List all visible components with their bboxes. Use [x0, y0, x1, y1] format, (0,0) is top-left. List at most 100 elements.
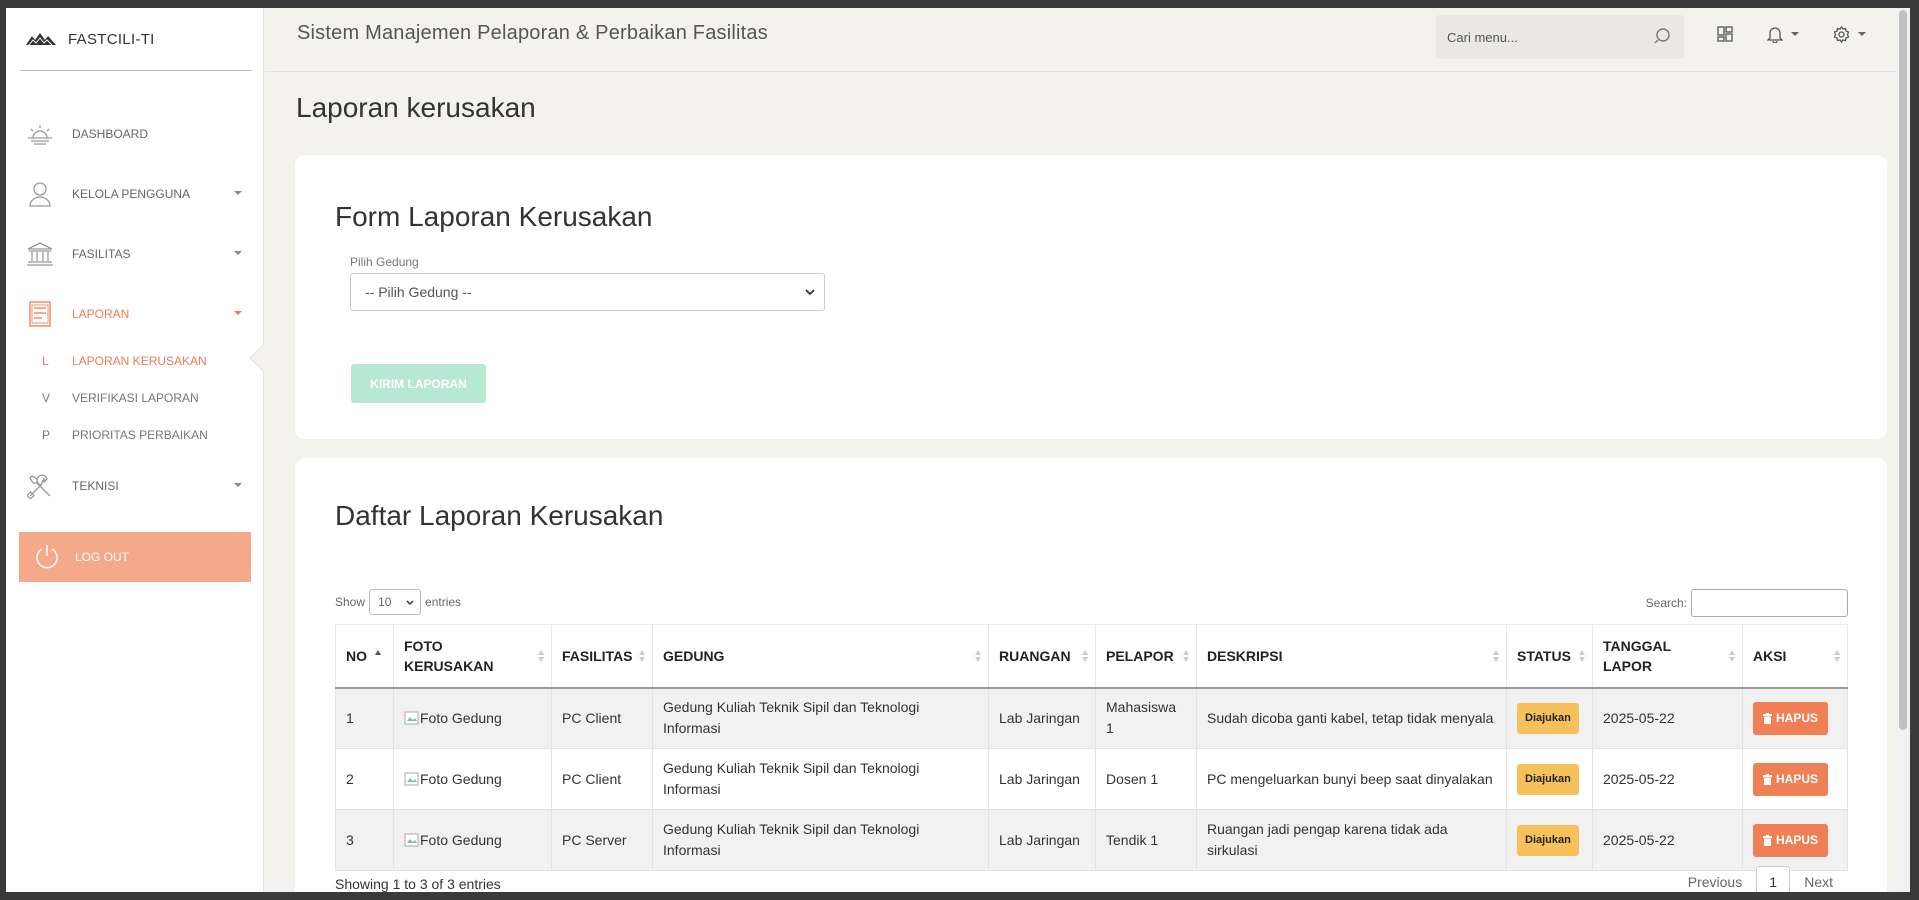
sort-asc-icon: [375, 650, 381, 655]
column-header-pelapor[interactable]: PELAPOR: [1095, 624, 1197, 689]
settings-button[interactable]: [1833, 22, 1866, 46]
cell-ruangan: Lab Jaringan: [988, 809, 1096, 871]
sort-icon: [538, 650, 544, 662]
page-scrollbar[interactable]: [1896, 8, 1910, 892]
divider: [20, 70, 252, 71]
sidebar-item-label: KELOLA PENGGUNA: [72, 187, 191, 201]
sidebar-subitem-prioritas-perbaikan[interactable]: P PRIORITAS PERBAIKAN: [42, 425, 208, 445]
sidebar-item-label: DASHBOARD: [72, 127, 149, 141]
show-label: Show: [335, 595, 366, 609]
status-badge: Diajukan: [1517, 702, 1579, 734]
entries-length-select[interactable]: 10: [369, 589, 422, 615]
column-header-no[interactable]: NO: [335, 624, 394, 689]
top-header: Sistem Manajemen Pelaporan & Perbaikan F…: [265, 8, 1910, 72]
cell-pelapor: Tendik 1: [1095, 809, 1197, 871]
header-title: Sistem Manajemen Pelaporan & Perbaikan F…: [297, 22, 768, 44]
column-label: TANGGAL LAPOR: [1603, 637, 1671, 674]
sub-label: VERIFIKASI LAPORAN: [72, 391, 199, 405]
building-icon: [26, 240, 54, 268]
table-info: Showing 1 to 3 of 3 entries: [335, 876, 501, 892]
hapus-button[interactable]: HAPUS: [1753, 823, 1829, 857]
power-icon: [33, 543, 61, 571]
sort-icon: [1493, 650, 1499, 662]
column-header-gedung[interactable]: GEDUNG: [652, 624, 989, 689]
chevron-down-icon: [234, 311, 242, 315]
cell-ruangan: Lab Jaringan: [988, 748, 1096, 810]
cell-aksi: HAPUS: [1742, 809, 1848, 871]
sidebar-item-dashboard[interactable]: DASHBOARD: [26, 119, 252, 149]
cell-foto: Foto Gedung: [393, 687, 552, 749]
sort-icon: [1082, 650, 1088, 662]
sub-label: PRIORITAS PERBAIKAN: [72, 428, 208, 442]
bell-icon: [1767, 26, 1783, 43]
broken-image: Foto Gedung: [404, 708, 541, 729]
sidebar-item-fasilitas[interactable]: FASILITAS: [26, 239, 252, 269]
table-row: 3 Foto Gedung PC Server Gedung Kuliah Te…: [335, 809, 1848, 871]
grid-icon: [1717, 26, 1733, 42]
cell-aksi: HAPUS: [1742, 748, 1848, 810]
column-header-fasilitas[interactable]: FASILITAS: [551, 624, 653, 689]
cell-pelapor: Dosen 1: [1095, 748, 1197, 810]
hapus-label: HAPUS: [1776, 710, 1819, 725]
sidebar: FASTCILI-TI DASHBOARD KELOLA PENGGUNA FA…: [6, 8, 264, 892]
kirim-laporan-button[interactable]: KIRIM LAPORAN: [351, 364, 486, 403]
active-notch: [249, 344, 264, 372]
sort-icon: [639, 650, 645, 662]
notifications-button[interactable]: [1767, 22, 1799, 46]
column-header-deskripsi[interactable]: DESKRIPSI: [1196, 624, 1507, 689]
column-label: FASILITAS: [562, 647, 633, 664]
column-header-tanggal-lapor[interactable]: TANGGAL LAPOR: [1592, 624, 1743, 689]
chevron-down-icon: [1858, 32, 1866, 36]
sidebar-item-laporan[interactable]: LAPORAN: [26, 299, 252, 329]
broken-image: Foto Gedung: [404, 830, 541, 851]
trash-icon: [1763, 773, 1772, 785]
sub-letter: V: [42, 391, 51, 405]
sidebar-item-kelola-pengguna[interactable]: KELOLA PENGGUNA: [26, 179, 252, 209]
sidebar-subitem-verifikasi-laporan[interactable]: V VERIFIKASI LAPORAN: [42, 388, 199, 408]
cell-gedung: Gedung Kuliah Teknik Sipil dan Teknologi…: [652, 748, 989, 810]
column-header-aksi[interactable]: AKSI: [1742, 624, 1848, 689]
logout-button[interactable]: LOG OUT: [19, 532, 251, 582]
hapus-label: HAPUS: [1776, 771, 1819, 786]
pagination-page-1[interactable]: 1: [1756, 866, 1791, 892]
cell-status: Diajukan: [1506, 748, 1593, 810]
table-search-input[interactable]: [1691, 589, 1848, 617]
cell-deskripsi: Sudah dicoba ganti kabel, tetap tidak me…: [1196, 687, 1507, 749]
cell-aksi: HAPUS: [1742, 687, 1848, 749]
table-header-row: NO FOTO KERUSAKAN FASILITAS GEDUNG RUANG…: [335, 624, 1848, 689]
gedung-selected-value: -- Pilih Gedung --: [365, 284, 472, 300]
apps-grid-button[interactable]: [1717, 22, 1733, 46]
brand[interactable]: FASTCILI-TI: [26, 28, 155, 50]
sidebar-item-label: LAPORAN: [72, 307, 130, 321]
foto-alt: Foto Gedung: [420, 709, 502, 726]
sidebar-item-teknisi[interactable]: TEKNISI: [26, 471, 252, 501]
cell-foto: Foto Gedung: [393, 748, 552, 810]
gedung-select[interactable]: -- Pilih Gedung --: [350, 273, 825, 311]
hapus-button[interactable]: HAPUS: [1753, 701, 1829, 735]
hapus-label: HAPUS: [1776, 832, 1819, 847]
sort-icon: [1183, 650, 1189, 662]
column-header-foto-kerusakan[interactable]: FOTO KERUSAKAN: [393, 624, 552, 689]
status-badge: Diajukan: [1517, 824, 1579, 856]
user-icon: [26, 180, 54, 208]
column-label: AKSI: [1753, 647, 1787, 664]
column-label: GEDUNG: [663, 647, 725, 664]
entries-length-control: Show 10 entries: [335, 589, 461, 615]
menu-search-input[interactable]: Cari menu...: [1436, 15, 1684, 59]
column-header-ruangan[interactable]: RUANGAN: [988, 624, 1096, 689]
hapus-button[interactable]: HAPUS: [1753, 762, 1829, 796]
pagination-previous[interactable]: Previous: [1674, 866, 1756, 892]
column-header-status[interactable]: STATUS: [1506, 624, 1593, 689]
gedung-label: Pilih Gedung: [350, 255, 419, 269]
list-title: Daftar Laporan Kerusakan: [335, 500, 664, 531]
column-label: DESKRIPSI: [1207, 647, 1283, 664]
scrollbar-thumb[interactable]: [1899, 10, 1907, 730]
sidebar-subitem-laporan-kerusakan[interactable]: L LAPORAN KERUSAKAN: [42, 351, 207, 371]
cell-pelapor: Mahasiswa 1: [1095, 687, 1197, 749]
length-value: 10: [378, 595, 392, 609]
pagination-next[interactable]: Next: [1790, 866, 1847, 892]
mountain-logo-icon: [26, 33, 56, 46]
search-label: Search:: [1645, 596, 1687, 610]
cell-ruangan: Lab Jaringan: [988, 687, 1096, 749]
column-label: FOTO KERUSAKAN: [404, 637, 494, 674]
